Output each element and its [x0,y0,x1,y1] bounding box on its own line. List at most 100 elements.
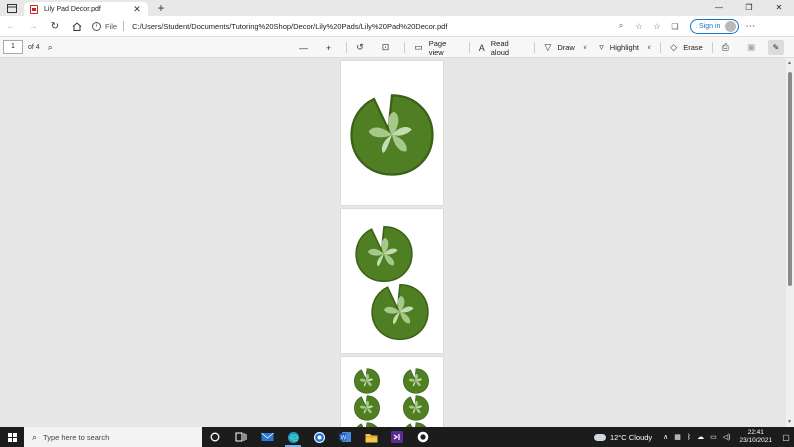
notifications-icon[interactable]: ▢ [778,433,794,442]
monitor-icon[interactable]: ▭ [710,433,717,441]
maximize-icon[interactable]: ❐ [734,0,764,16]
chevron-down-icon[interactable]: ∨ [647,44,651,51]
page-view-icon: ▭ [414,42,423,52]
zoom-out-icon[interactable]: — [293,37,320,58]
draw-button[interactable]: ▽ Draw ∨ [538,37,593,58]
page-count-label: of 4 [28,43,40,51]
address-divider [123,21,125,31]
taskbar: ⌕ Type here to search W 12°C Cloudy ∧ ▦ … [0,427,794,447]
pdf-page-3 [341,357,443,427]
avatar [725,20,737,32]
pdf-toolbar: 1 of 4 ⌕ — + ↺ ⊡ ▭ Page view A Read alou… [0,37,794,58]
zoom-search-icon[interactable]: ⌕ [612,21,630,31]
collections-icon[interactable]: ❏ [666,22,684,31]
task-view-icon[interactable] [228,427,254,447]
draw-icon: ▽ [544,42,552,52]
scroll-up-icon[interactable]: ▲ [787,60,792,66]
title-bar: Lily Pad Decor.pdf ✕ + — ❐ ✕ [0,0,794,17]
fit-page-icon[interactable]: ⊡ [376,37,402,58]
pdf-file-icon [30,4,38,14]
save-icon[interactable]: ▣ [741,37,768,58]
clock[interactable]: 22:41 23/10/2021 [739,429,772,445]
minimize-icon[interactable]: — [704,0,734,16]
scroll-down-icon[interactable]: ▼ [787,419,792,425]
clock-time: 22:41 [747,429,764,436]
settings-menu-icon[interactable]: ⋯ [739,21,761,32]
edge-icon[interactable] [280,427,306,447]
pin-toolbar-icon[interactable]: ✎ [768,40,784,55]
scrollbar-thumb[interactable] [788,72,792,286]
chevron-down-icon[interactable]: ∨ [583,44,587,51]
toolbar-divider [534,42,536,53]
lily-pad-large-image [350,94,434,176]
vertical-scrollbar[interactable]: ▲ ▼ [786,58,794,427]
zoom-in-icon[interactable]: + [320,37,343,58]
lily-pad-small-image [354,368,429,427]
weather-widget[interactable]: 12°C Cloudy [593,432,653,442]
taskbar-search-input[interactable]: ⌕ Type here to search [24,427,202,447]
cloud-icon [593,433,606,441]
close-tab-icon[interactable]: ✕ [132,4,142,15]
chevron-up-icon[interactable]: ∧ [663,433,668,441]
toolbar-divider [346,42,348,53]
toolbar-divider [404,42,406,53]
search-placeholder: Type here to search [43,432,110,442]
file-explorer-icon[interactable] [358,427,384,447]
word-icon[interactable]: W [332,427,358,447]
info-icon[interactable]: i [92,21,101,31]
pdf-page-2 [341,209,443,353]
cortana-icon[interactable] [202,427,228,447]
window-menu-icon[interactable] [0,0,24,16]
read-aloud-button[interactable]: A Read aloud [473,37,532,58]
volume-icon[interactable]: ◁) [723,433,731,441]
highlight-label: Highlight [609,43,639,52]
erase-label: Erase [683,43,703,52]
visual-studio-icon[interactable] [384,427,410,447]
url-text[interactable]: C:/Users/Student/Documents/Tutoring%20Sh… [132,22,612,31]
sign-in-label: Sign in [699,22,721,30]
toolbar-divider [468,42,470,53]
windows-start-icon[interactable] [0,427,24,447]
address-bar[interactable]: i File C:/Users/Student/Documents/Tutori… [92,18,648,34]
search-icon[interactable]: ⌕ [48,42,53,53]
pdf-viewer[interactable] [0,58,786,427]
obs-icon[interactable] [410,427,436,447]
back-icon[interactable]: ← [0,16,22,37]
eraser-icon: ◇ [670,42,678,52]
draw-label: Draw [557,43,575,52]
print-icon[interactable]: ⎙ [716,37,741,58]
file-scheme-label: File [105,21,118,31]
forward-icon[interactable]: → [22,16,44,37]
toolbar-divider [660,42,662,53]
network-icon[interactable]: ▦ [674,433,681,441]
read-aloud-label: Read aloud [490,38,510,57]
rotate-icon[interactable]: ↺ [350,37,376,58]
page-view-button[interactable]: ▭ Page view [408,37,466,58]
chrome-icon[interactable] [306,427,332,447]
onedrive-icon[interactable]: ☁ [697,433,704,441]
refresh-icon[interactable]: ↻ [44,16,66,37]
navigation-bar: ← → ↻ i File C:/Users/Student/Documents/… [0,16,794,37]
weather-text: 12°C Cloudy [609,432,653,442]
highlight-button[interactable]: ▿ Highlight ∨ [593,37,657,58]
add-favorite-icon[interactable]: ☆ [630,22,648,31]
svg-text:W: W [340,436,346,442]
favorites-icon[interactable]: ☆ [648,22,666,31]
read-aloud-icon: A [478,42,485,53]
new-tab-icon[interactable]: + [152,1,170,15]
system-tray: 12°C Cloudy ∧ ▦ ᛒ ☁ ▭ ◁) 22:41 23/10/202… [593,427,794,447]
close-window-icon[interactable]: ✕ [764,0,794,16]
clock-date: 23/10/2021 [739,437,772,444]
mail-icon[interactable] [254,427,280,447]
home-icon[interactable] [66,16,88,37]
search-icon: ⌕ [32,431,38,442]
page-number-input[interactable]: 1 [3,40,23,54]
lily-pad-medium-image [355,225,429,341]
highlight-icon: ▿ [599,42,604,52]
bluetooth-icon[interactable]: ᛒ [687,434,691,441]
sign-in-button[interactable]: Sign in [690,18,740,34]
page-view-label: Page view [428,38,447,57]
browser-tab[interactable]: Lily Pad Decor.pdf ✕ [24,1,148,17]
erase-button[interactable]: ◇ Erase [664,37,709,58]
toolbar-divider [711,42,713,53]
